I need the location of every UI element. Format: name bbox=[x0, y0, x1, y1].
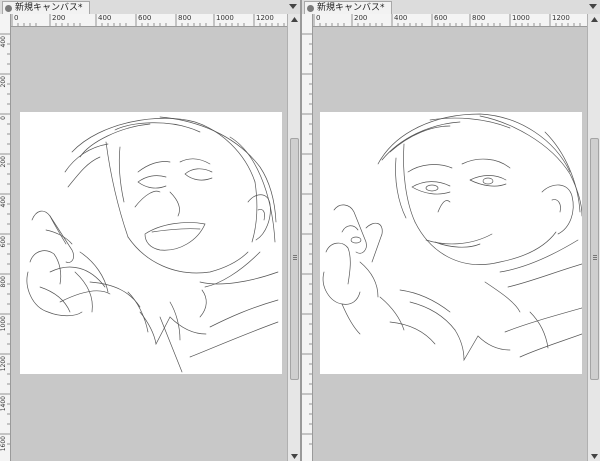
ruler-label: 800 bbox=[472, 14, 486, 22]
scrollbar-thumb[interactable] bbox=[590, 138, 599, 380]
arrow-down-icon[interactable] bbox=[588, 451, 600, 461]
ruler-label: 0 bbox=[14, 14, 19, 22]
ruler-label: 800 bbox=[0, 276, 7, 288]
ruler-label: 1000 bbox=[0, 316, 7, 332]
ruler-label: 400 bbox=[0, 36, 7, 48]
ruler-label: 1200 bbox=[552, 14, 570, 22]
horizontal-ruler: 0 200 400 600 800 1000 1200 bbox=[312, 14, 588, 27]
ruler-label: 200 bbox=[0, 76, 7, 88]
chevron-down-icon[interactable] bbox=[288, 2, 298, 12]
canvas-window-right: 新規キャンバス* 0 200 400 600 800 1000 1200 bbox=[302, 0, 600, 461]
horizontal-ruler: 0 200 400 600 800 1000 1200 bbox=[10, 14, 288, 27]
ruler-label: 200 bbox=[0, 156, 7, 168]
drawing-canvas[interactable] bbox=[320, 112, 582, 374]
chevron-down-icon[interactable] bbox=[588, 2, 598, 12]
vertical-scrollbar[interactable] bbox=[287, 14, 300, 461]
ruler-label: 800 bbox=[178, 14, 192, 22]
ruler-label: 1200 bbox=[0, 356, 7, 372]
ruler-label: 400 bbox=[394, 14, 408, 22]
ruler-label: 200 bbox=[354, 14, 368, 22]
ruler-label: 600 bbox=[434, 14, 448, 22]
sketch-drawing-clean bbox=[322, 113, 582, 362]
vertical-ruler: 400 200 0 200 400 600 800 1000 1200 1400… bbox=[0, 14, 11, 461]
ruler-label: 1400 bbox=[0, 396, 7, 412]
vertical-ruler bbox=[302, 14, 313, 461]
vertical-scrollbar[interactable] bbox=[587, 14, 600, 461]
ruler-label: 1000 bbox=[216, 14, 234, 22]
scrollbar-thumb[interactable] bbox=[290, 138, 299, 380]
tab-new-canvas[interactable]: 新規キャンバス* bbox=[304, 1, 392, 14]
drawing-canvas[interactable] bbox=[20, 112, 282, 374]
sketch-drawing-rough bbox=[26, 116, 279, 373]
dot-icon[interactable] bbox=[307, 4, 314, 12]
ruler-label: 400 bbox=[0, 196, 7, 208]
canvas-window-left: 新規キャンバス* 0 200 400 600 800 1000 1200 400… bbox=[0, 0, 300, 461]
ruler-label: 1600 bbox=[0, 436, 7, 452]
dot-icon[interactable] bbox=[5, 4, 12, 12]
arrow-down-icon[interactable] bbox=[288, 451, 300, 461]
ruler-label: 200 bbox=[52, 14, 66, 22]
ruler-label: 0 bbox=[316, 14, 321, 22]
ruler-label: 1200 bbox=[256, 14, 274, 22]
ruler-label: 400 bbox=[98, 14, 112, 22]
ruler-label: 600 bbox=[138, 14, 152, 22]
tab-title: 新規キャンバス* bbox=[15, 3, 83, 13]
tab-title: 新規キャンバス* bbox=[317, 3, 385, 13]
tab-new-canvas[interactable]: 新規キャンバス* bbox=[2, 1, 90, 14]
tab-bar: 新規キャンバス* bbox=[0, 0, 300, 15]
arrow-up-icon[interactable] bbox=[588, 14, 600, 24]
tab-bar: 新規キャンバス* bbox=[302, 0, 600, 15]
arrow-up-icon[interactable] bbox=[288, 14, 300, 24]
ruler-label: 600 bbox=[0, 236, 7, 248]
ruler-label: 0 bbox=[0, 116, 7, 120]
ruler-label: 1000 bbox=[512, 14, 530, 22]
